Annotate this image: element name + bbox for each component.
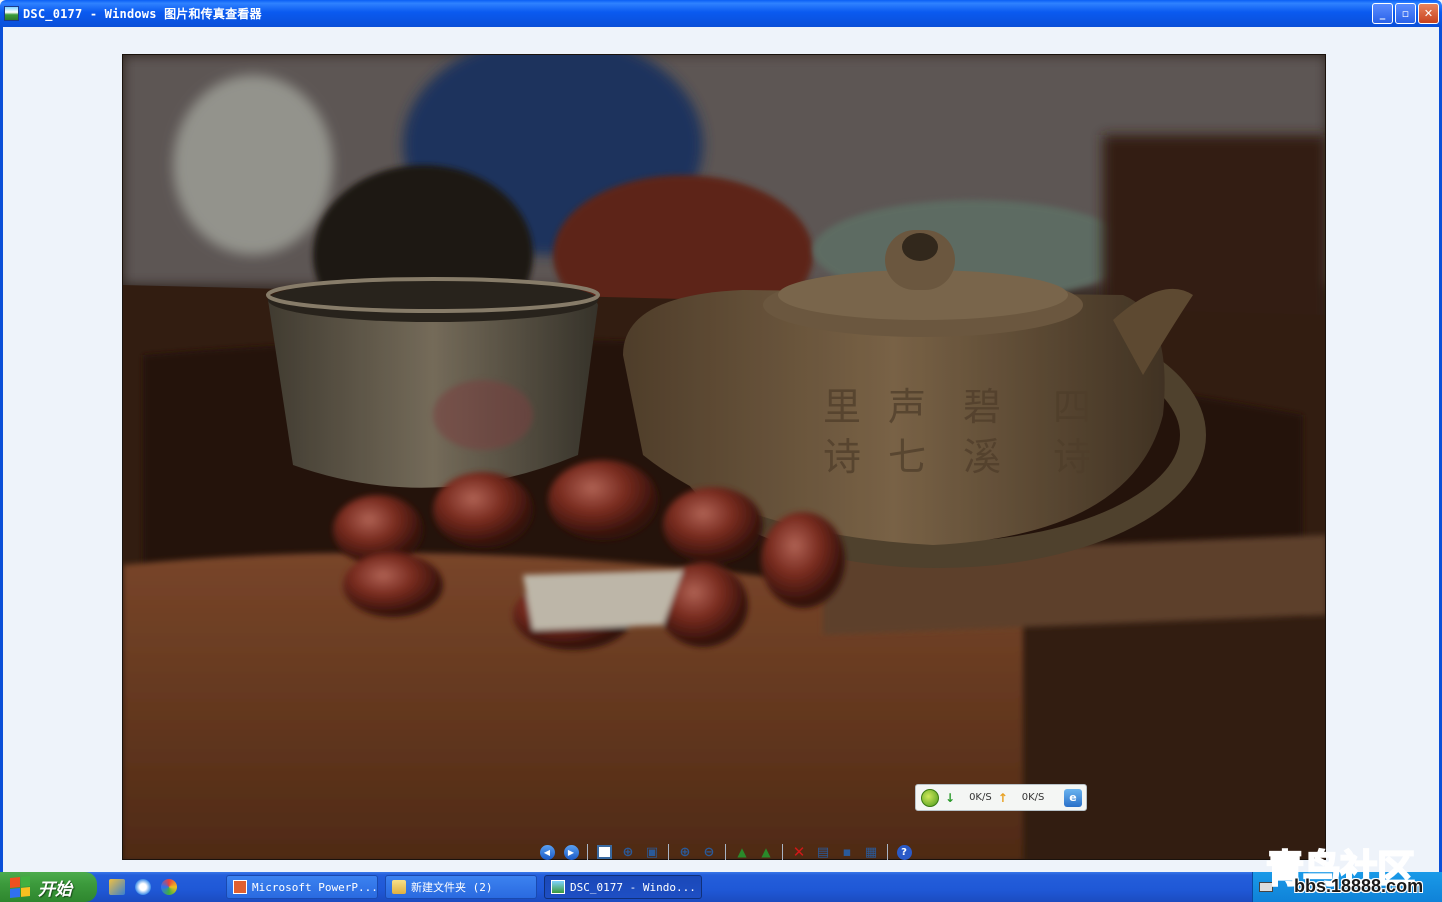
download-speed: 0K/S — [969, 792, 992, 803]
help-button[interactable]: ? — [892, 842, 916, 862]
task-label: 新建文件夹 (2) — [411, 881, 493, 894]
restore-button[interactable]: ▫ — [1395, 3, 1416, 24]
windows-logo-icon — [10, 875, 30, 899]
viewer-area: 四 碧 声 里 诗 溪 七 诗 ↓ 0K/S ↑ 0K/S e — [0, 27, 1442, 872]
site-watermark: 青鸟社区 bbs.18888.com — [1265, 838, 1438, 902]
next-image-button[interactable]: ▶ — [559, 842, 583, 862]
start-button[interactable]: 开始 — [0, 872, 97, 902]
next-icon: ▶ — [563, 844, 579, 860]
previous-icon: ◀ — [539, 844, 555, 860]
powerpoint-icon — [233, 880, 247, 894]
previous-image-button[interactable]: ◀ — [535, 842, 559, 862]
taskbar-item-powerpoint[interactable]: Microsoft PowerP... — [226, 875, 378, 899]
rotate-ccw-icon: ▲ — [761, 845, 771, 859]
print-icon: ▤ — [816, 844, 830, 860]
window-controls: _ ▫ ✕ — [1372, 3, 1439, 24]
best-fit-button[interactable] — [592, 842, 616, 862]
start-label: 开始 — [38, 879, 72, 900]
actual-size-button[interactable]: ⊕ — [616, 842, 640, 862]
picture-viewer-icon — [551, 880, 565, 894]
toolbar-separator — [782, 844, 783, 860]
task-label: Microsoft PowerP... — [252, 880, 378, 894]
browser-icon[interactable]: e — [1064, 789, 1082, 807]
task-label: DSC_0177 - Windo... — [570, 880, 696, 894]
downloader-logo-icon — [921, 788, 939, 807]
toolbar-separator — [587, 844, 588, 860]
save-button[interactable]: ▪ — [835, 842, 859, 862]
save-icon: ▪ — [842, 844, 852, 860]
taskbar-item-folder[interactable]: 新建文件夹 (2) — [385, 875, 537, 899]
media-player-icon[interactable] — [161, 879, 177, 895]
picture-viewer-icon — [4, 6, 19, 21]
download-speed-widget[interactable]: ↓ 0K/S ↑ 0K/S e — [915, 784, 1087, 811]
actual-size-icon: ⊕ — [622, 844, 634, 860]
rotate-counterclockwise-button[interactable]: ▲ — [754, 842, 778, 862]
help-icon: ? — [896, 844, 912, 860]
zoom-out-icon: ⊖ — [703, 844, 715, 860]
toolbar-separator — [887, 844, 888, 860]
delete-icon: ✕ — [792, 843, 806, 861]
print-button[interactable]: ▤ — [811, 842, 835, 862]
quick-launch — [109, 879, 177, 895]
delete-button[interactable]: ✕ — [787, 842, 811, 862]
rotate-cw-icon: ▲ — [737, 845, 747, 859]
internet-explorer-icon[interactable] — [135, 879, 151, 895]
upload-arrow-icon: ↑ — [997, 790, 1008, 805]
slideshow-button[interactable]: ▣ — [640, 842, 664, 862]
displayed-photo: 四 碧 声 里 诗 溪 七 诗 — [122, 54, 1326, 860]
viewer-toolbar: ◀ ▶ ⊕ ▣ ⊕ ⊖ ▲ ▲ ✕ ▤ ▪ ▦ ? — [535, 842, 916, 862]
show-desktop-icon[interactable] — [109, 879, 125, 895]
toolbar-separator — [725, 844, 726, 860]
upload-speed: 0K/S — [1021, 792, 1045, 803]
window-title: DSC_0177 - Windows 图片和传真查看器 — [23, 7, 262, 21]
title-bar[interactable]: DSC_0177 - Windows 图片和传真查看器 _ ▫ ✕ — [0, 0, 1442, 27]
edit-button[interactable]: ▦ — [859, 842, 883, 862]
zoom-out-button[interactable]: ⊖ — [697, 842, 721, 862]
taskbar: 开始 Microsoft PowerP... 新建文件夹 (2) DSC_017… — [0, 872, 1442, 902]
zoom-in-button[interactable]: ⊕ — [673, 842, 697, 862]
rotate-clockwise-button[interactable]: ▲ — [730, 842, 754, 862]
minimize-button[interactable]: _ — [1372, 3, 1393, 24]
toolbar-separator — [668, 844, 669, 860]
edit-icon: ▦ — [864, 844, 878, 860]
photo-render: 四 碧 声 里 诗 溪 七 诗 — [123, 55, 1325, 859]
best-fit-icon — [596, 845, 612, 859]
folder-icon — [392, 880, 406, 894]
zoom-in-icon: ⊕ — [679, 844, 691, 860]
download-arrow-icon: ↓ — [945, 790, 956, 805]
watermark-url: bbs.18888.com — [1294, 876, 1424, 896]
slideshow-icon: ▣ — [645, 844, 659, 860]
close-button[interactable]: ✕ — [1418, 3, 1439, 24]
taskbar-item-picture-viewer[interactable]: DSC_0177 - Windo... — [544, 875, 702, 899]
